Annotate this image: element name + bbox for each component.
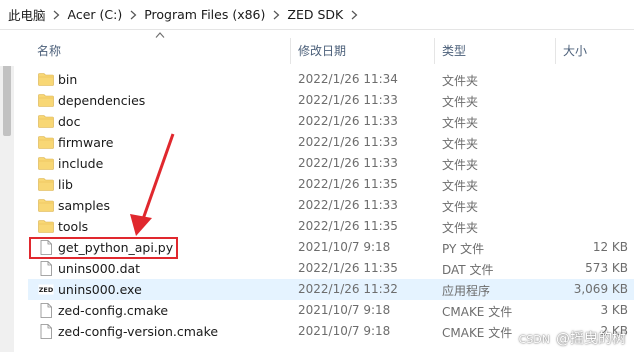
- file-name: doc: [58, 114, 81, 129]
- scrollbar-thumb[interactable]: [3, 56, 11, 136]
- file-name: unins000.exe: [58, 282, 142, 297]
- file-name: include: [58, 156, 104, 171]
- folder-icon: [38, 156, 54, 171]
- file-type: CMAKE 文件: [442, 305, 513, 319]
- file-date: 2022/1/26 11:35: [298, 177, 398, 191]
- file-type: 文件夹: [442, 221, 479, 235]
- file-type: 应用程序: [442, 284, 491, 298]
- file-date: 2022/1/26 11:33: [298, 156, 398, 170]
- file-name: unins000.dat: [58, 261, 141, 276]
- file-type: PY 文件: [442, 242, 485, 256]
- list-item[interactable]: doc 2022/1/26 11:33 文件夹: [28, 111, 634, 132]
- list-item[interactable]: lib 2022/1/26 11:35 文件夹: [28, 174, 634, 195]
- folder-icon: [38, 93, 54, 108]
- file-size: 573 KB: [585, 261, 628, 275]
- column-divider[interactable]: [555, 38, 556, 64]
- file-size: 3 KB: [600, 303, 628, 317]
- file-type: 文件夹: [442, 158, 479, 172]
- column-size-header[interactable]: 大小: [563, 34, 587, 66]
- list-item[interactable]: unins000.dat 2022/1/26 11:35 DAT 文件 573 KB: [28, 258, 634, 279]
- folder-icon: [38, 135, 54, 150]
- svg-text:ZED: ZED: [39, 286, 54, 294]
- file-date: 2021/10/7 9:18: [298, 324, 391, 338]
- file-date: 2021/10/7 9:18: [298, 303, 391, 317]
- file-name: bin: [58, 72, 78, 87]
- file-name: samples: [58, 198, 110, 213]
- column-divider[interactable]: [290, 38, 291, 64]
- file-date: 2022/1/26 11:33: [298, 198, 398, 212]
- file-icon: [38, 261, 54, 276]
- file-type: 文件夹: [442, 200, 479, 214]
- file-date: 2021/10/7 9:18: [298, 240, 391, 254]
- chevron-right-icon[interactable]: [347, 8, 361, 22]
- file-date: 2022/1/26 11:34: [298, 72, 398, 86]
- file-name: dependencies: [58, 93, 146, 108]
- file-date: 2022/1/26 11:35: [298, 261, 398, 275]
- file-type: 文件夹: [442, 116, 479, 130]
- vertical-scrollbar[interactable]: [0, 40, 14, 352]
- list-item[interactable]: dependencies 2022/1/26 11:33 文件夹: [28, 90, 634, 111]
- folder-icon: [38, 177, 54, 192]
- file-type: CMAKE 文件: [442, 326, 513, 340]
- column-name-header[interactable]: 名称: [37, 34, 61, 66]
- chevron-right-icon[interactable]: [269, 8, 283, 22]
- red-arrow-annotation: [130, 133, 175, 236]
- watermark-text: @摇曳的树: [556, 331, 626, 347]
- file-size: 12 KB: [592, 240, 628, 254]
- file-name: lib: [58, 177, 73, 192]
- folder-icon: [38, 72, 54, 87]
- folder-icon: [38, 198, 54, 213]
- column-type-header[interactable]: 类型: [442, 34, 466, 66]
- list-item[interactable]: samples 2022/1/26 11:33 文件夹: [28, 195, 634, 216]
- breadcrumb-item-program-files[interactable]: Program Files (x86): [140, 7, 269, 22]
- breadcrumb-item-this-pc[interactable]: 此电脑: [4, 5, 50, 24]
- file-name: firmware: [58, 135, 114, 150]
- file-icon: [38, 324, 54, 339]
- file-date: 2022/1/26 11:32: [298, 282, 398, 296]
- highlight-box: [29, 237, 178, 259]
- file-list: bin 2022/1/26 11:34 文件夹 dependencies 2022/1/…: [28, 69, 634, 342]
- file-size: 3,069 KB: [573, 282, 628, 296]
- chevron-right-icon[interactable]: [126, 8, 140, 22]
- zed-exe-icon: ZED: [38, 282, 54, 297]
- file-type: 文件夹: [442, 137, 479, 151]
- breadcrumb: 此电脑 Acer (C:) Program Files (x86) ZED SD…: [0, 0, 634, 30]
- breadcrumb-item-zed-sdk[interactable]: ZED SDK: [283, 7, 347, 22]
- column-divider[interactable]: [434, 38, 435, 64]
- file-date: 2022/1/26 11:33: [298, 135, 398, 149]
- list-item[interactable]: tools 2022/1/26 11:35 文件夹: [28, 216, 634, 237]
- folder-icon: [38, 219, 54, 234]
- file-name: tools: [58, 219, 89, 234]
- column-date-header[interactable]: 修改日期: [298, 34, 346, 66]
- sort-ascending-icon: [155, 32, 165, 38]
- file-date: 2022/1/26 11:35: [298, 219, 398, 233]
- list-item[interactable]: include 2022/1/26 11:33 文件夹: [28, 153, 634, 174]
- file-date: 2022/1/26 11:33: [298, 114, 398, 128]
- list-item[interactable]: ZED unins000.exe 2022/1/26 11:32 应用程序 3,069 …: [28, 279, 634, 300]
- file-type: DAT 文件: [442, 263, 494, 277]
- column-header-row: 名称 修改日期 类型 大小: [0, 32, 634, 66]
- file-name: zed-config-version.cmake: [58, 324, 219, 339]
- breadcrumb-item-drive[interactable]: Acer (C:): [64, 7, 127, 22]
- watermark: CSDN @摇曳的树: [519, 328, 626, 348]
- list-item[interactable]: bin 2022/1/26 11:34 文件夹: [28, 69, 634, 90]
- folder-icon: [38, 114, 54, 129]
- file-icon: [38, 303, 54, 318]
- file-type: 文件夹: [442, 74, 479, 88]
- file-name: zed-config.cmake: [58, 303, 169, 318]
- file-date: 2022/1/26 11:33: [298, 93, 398, 107]
- watermark-prefix: CSDN: [518, 333, 550, 346]
- list-item[interactable]: zed-config.cmake 2021/10/7 9:18 CMAKE 文件 3 …: [28, 300, 634, 321]
- chevron-right-icon[interactable]: [50, 8, 64, 22]
- list-item[interactable]: firmware 2022/1/26 11:33 文件夹: [28, 132, 634, 153]
- file-type: 文件夹: [442, 179, 479, 193]
- file-type: 文件夹: [442, 95, 479, 109]
